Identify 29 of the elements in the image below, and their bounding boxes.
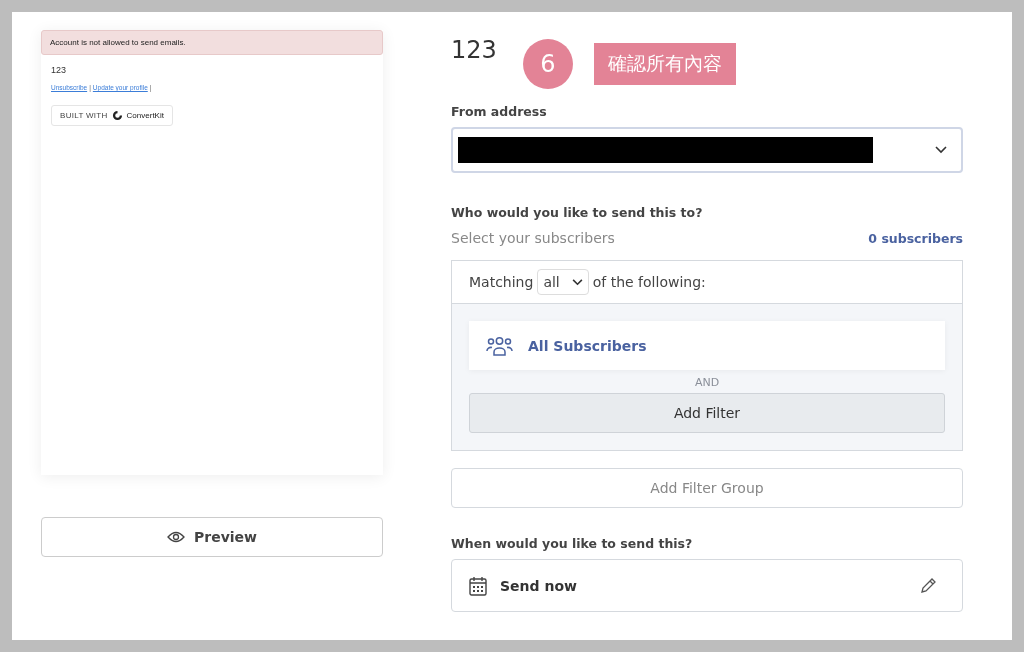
subscriber-count-link[interactable]: 0 subscribers (868, 230, 963, 246)
schedule-field[interactable]: Send now (451, 559, 963, 612)
people-icon (486, 335, 513, 356)
matching-text: of the following: (592, 274, 706, 290)
schedule-value: Send now (500, 577, 578, 594)
preview-button[interactable]: Preview (41, 517, 383, 557)
section-question: When would you like to send this? (451, 536, 694, 551)
email-body-text: 123 (50, 64, 68, 75)
built-with-badge[interactable]: BUILT WITH ConvertKit (51, 105, 173, 126)
from-address-select[interactable] (451, 127, 963, 173)
calendar-icon (469, 575, 487, 596)
matching-select[interactable]: all (537, 269, 589, 295)
add-filter-button[interactable]: Add Filter (469, 393, 945, 433)
filter-item[interactable]: All Subscribers (469, 321, 945, 370)
matching-text: Matching (469, 274, 534, 290)
error-alert: Account is not allowed to send emails. (41, 30, 383, 55)
pencil-icon[interactable] (920, 577, 937, 594)
and-divider: AND (694, 376, 720, 389)
step-number-badge: 6 (523, 39, 573, 89)
section-question: Who would you like to send this to? (451, 205, 704, 220)
add-filter-group-button[interactable]: Add Filter Group (451, 468, 963, 508)
chevron-down-icon (571, 278, 583, 286)
broadcast-title: 123 (451, 36, 498, 64)
chevron-down-icon (935, 146, 947, 154)
eye-icon (167, 531, 185, 543)
step-label: 確認所有內容 (594, 43, 736, 85)
logo-icon (111, 110, 123, 121)
hint-text: Select your subscribers (451, 230, 615, 246)
field-label: From address (451, 104, 548, 119)
